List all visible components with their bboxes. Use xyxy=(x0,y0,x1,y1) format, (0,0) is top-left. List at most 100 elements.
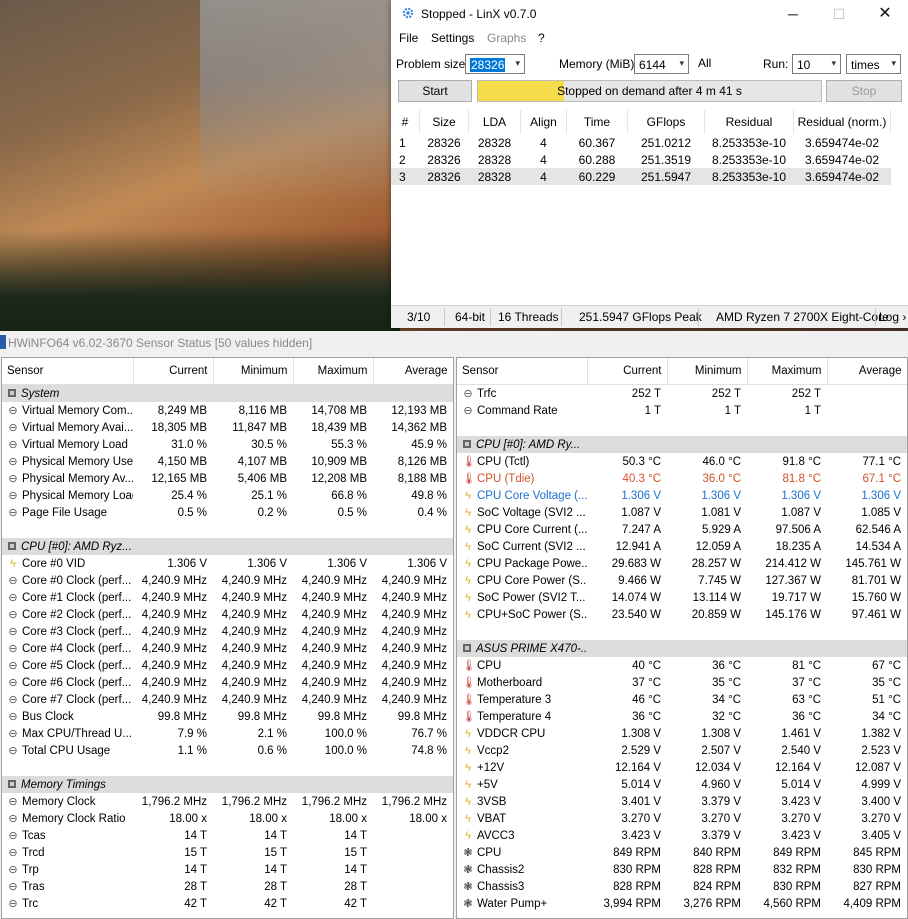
sensor-row[interactable]: ϟ CPU Core Current (... 7.247 A 5.929 A 97.5… xyxy=(457,521,907,538)
sensor-average: 4,240.9 MHz xyxy=(381,693,447,706)
sensor-row[interactable]: ⊖ Bus Clock 99.8 MHz 99.8 MHz 99.8 MHz 99.8 M… xyxy=(2,708,453,725)
sensor-row[interactable]: 🌡Temperature 3 46 °C 34 °C 63 °C 51 °C xyxy=(457,691,907,708)
run-unit-combo[interactable]: times ▾ xyxy=(846,54,901,74)
table-row-selected[interactable]: 3 28326 28328 4 60.229 251.5947 8.253353… xyxy=(391,168,891,185)
sensor-group-header[interactable]: CPU [#0]: AMD Ryz... xyxy=(2,538,453,555)
minimize-button[interactable]: ─ xyxy=(770,0,816,28)
problem-size-combo[interactable]: 28326 ▾ xyxy=(465,54,525,74)
sensor-row[interactable]: ⊖ Trc 42 T 42 T 42 T xyxy=(2,895,453,912)
menu-file[interactable]: File xyxy=(399,31,418,45)
sensor-row[interactable]: 🌡Temperature 4 36 °C 32 °C 36 °C 34 °C xyxy=(457,708,907,725)
col-sensor[interactable]: Sensor xyxy=(2,358,134,385)
all-memory-label[interactable]: All xyxy=(698,56,711,70)
sensor-row[interactable]: ⊖ Tcas 14 T 14 T 14 T xyxy=(2,827,453,844)
memory-label: Memory (MiB): xyxy=(559,57,638,71)
sensor-row[interactable]: 🌡CPU (Tctl) 50.3 °C 46.0 °C 91.8 °C 77.1 °C xyxy=(457,453,907,470)
close-button[interactable]: ✕ xyxy=(862,0,908,28)
sensor-row[interactable]: ❃ Chassis2 830 RPM 828 RPM 832 RPM 830 RPM xyxy=(457,861,907,878)
menu-settings[interactable]: Settings xyxy=(431,31,474,45)
sensor-row[interactable]: ⊖ Core #4 Clock (perf... 4,240.9 MHz 4,240.… xyxy=(2,640,453,657)
sensor-row[interactable]: ϟ +12V 12.164 V 12.034 V 12.164 V 12.087 V xyxy=(457,759,907,776)
col-sensor[interactable]: Sensor xyxy=(457,358,588,385)
sensor-row[interactable]: ϟ SoC Voltage (SVI2 ... 1.087 V 1.081 V 1.08… xyxy=(457,504,907,521)
sensor-row[interactable]: ϟ Vccp2 2.529 V 2.507 V 2.540 V 2.523 V xyxy=(457,742,907,759)
col-minimum[interactable]: Minimum xyxy=(667,358,748,385)
sensor-row[interactable]: ⊖ Page File Usage 0.5 % 0.2 % 0.5 % 0.4 % xyxy=(2,504,453,521)
linx-titlebar[interactable]: Stopped - LinX v0.7.0 ─ ☐ ✕ xyxy=(391,0,908,28)
sensor-row[interactable]: ϟ SoC Current (SVI2 ... 12.941 A 12.059 A 18… xyxy=(457,538,907,555)
sensor-row[interactable]: ⊖ Virtual Memory Avai... 18,305 MB 11,847 M… xyxy=(2,419,453,436)
sensor-row[interactable]: ❃ Chassis3 828 RPM 824 RPM 830 RPM 827 RPM xyxy=(457,878,907,895)
sensor-row[interactable]: ϟ SoC Power (SVI2 T... 14.074 W 13.114 W 19.… xyxy=(457,589,907,606)
sensor-row[interactable]: ϟ CPU Core Power (S... 9.466 W 7.745 W 127.3… xyxy=(457,572,907,589)
sensor-row[interactable]: ϟ Core #0 VID 1.306 V 1.306 V 1.306 V 1.306 V xyxy=(2,555,453,572)
sensor-group-header[interactable]: Memory Timings xyxy=(2,776,453,793)
sensor-row[interactable]: ⊖ Virtual Memory Load 31.0 % 30.5 % 55.3 % 45… xyxy=(2,436,453,453)
sensor-row[interactable]: ⊖ Max CPU/Thread U... 7.9 % 2.1 % 100.0 % 76.… xyxy=(2,725,453,742)
sensor-row[interactable]: ϟ AVCC3 3.423 V 3.379 V 3.423 V 3.405 V xyxy=(457,827,907,844)
sensor-group-header[interactable]: ASUS PRIME X470-... xyxy=(457,640,907,657)
col-lda[interactable]: LDA xyxy=(468,110,521,134)
sensor-row[interactable]: ϟ CPU Package Powe... 29.683 W 28.257 W 214.… xyxy=(457,555,907,572)
sensor-pane-left[interactable]: Sensor Current Minimum Maximum Average S… xyxy=(1,357,454,919)
sensor-row[interactable]: ⊖ Core #6 Clock (perf... 4,240.9 MHz 4,240.… xyxy=(2,674,453,691)
start-button[interactable]: Start xyxy=(398,80,472,102)
table-row[interactable]: 2 28326 28328 4 60.288 251.3519 8.253353… xyxy=(391,151,891,168)
sensor-row[interactable]: ❃ Water Pump+ 3,994 RPM 3,276 RPM 4,560 RPM 4… xyxy=(457,895,907,912)
col-average[interactable]: Average xyxy=(373,358,453,385)
col-maximum[interactable]: Maximum xyxy=(747,358,828,385)
col-residual-norm[interactable]: Residual (norm.) xyxy=(793,110,891,134)
sensor-row[interactable]: ⊖ Virtual Memory Com... 8,249 MB 8,116 MB 14… xyxy=(2,402,453,419)
sensor-row[interactable]: ❃ CPU 849 RPM 840 RPM 849 RPM 845 RPM xyxy=(457,844,907,861)
sensor-row[interactable]: ϟ CPU Core Voltage (... 1.306 V 1.306 V 1.30… xyxy=(457,487,907,504)
sensor-row[interactable]: ⊖ Trp 14 T 14 T 14 T xyxy=(2,861,453,878)
sensor-row[interactable]: ⊖ Physical Memory Load 25.4 % 25.1 % 66.8 % 4… xyxy=(2,487,453,504)
sensor-row[interactable]: ⊖ Trcd 15 T 15 T 15 T xyxy=(2,844,453,861)
sensor-row[interactable]: ⊖ Physical Memory Used 4,150 MB 4,107 MB 10,… xyxy=(2,453,453,470)
sensor-row[interactable]: 🌡Motherboard 37 °C 35 °C 37 °C 35 °C xyxy=(457,674,907,691)
sensor-group-header[interactable]: System xyxy=(2,384,453,402)
sensor-row[interactable]: ⊖ Core #1 Clock (perf... 4,240.9 MHz 4,240.… xyxy=(2,589,453,606)
sensor-pane-right[interactable]: Sensor Current Minimum Maximum Average ⊖… xyxy=(456,357,908,919)
sensor-row[interactable]: ⊖ Memory Clock 1,796.2 MHz 1,796.2 MHz 1,796… xyxy=(2,793,453,810)
sensor-row[interactable]: ϟ +5V 5.014 V 4.960 V 5.014 V 4.999 V xyxy=(457,776,907,793)
col-current[interactable]: Current xyxy=(587,358,668,385)
sensor-row[interactable]: ⊖ Memory Clock Ratio 18.00 x 18.00 x 18.00 x… xyxy=(2,810,453,827)
col-average[interactable]: Average xyxy=(827,358,907,385)
col-align[interactable]: Align xyxy=(520,110,567,134)
col-maximum[interactable]: Maximum xyxy=(293,358,374,385)
log-button[interactable]: Log › xyxy=(879,310,906,324)
col-size[interactable]: Size xyxy=(419,110,469,134)
menu-help[interactable]: ? xyxy=(538,31,545,45)
col-gflops[interactable]: GFlops xyxy=(627,110,705,134)
sensor-row[interactable]: ⊖ Command Rate 1 T 1 T 1 T xyxy=(457,402,907,419)
sensor-row[interactable]: ⊖ Tras 28 T 28 T 28 T xyxy=(2,878,453,895)
sensor-row[interactable]: ⊖ Core #0 Clock (perf... 4,240.9 MHz 4,240.… xyxy=(2,572,453,589)
maximize-button[interactable]: ☐ xyxy=(816,0,862,28)
sensor-row[interactable]: ϟ 3VSB 3.401 V 3.379 V 3.423 V 3.400 V xyxy=(457,793,907,810)
stop-button[interactable]: Stop xyxy=(826,80,902,102)
sensor-row[interactable]: 🌡CPU 40 °C 36 °C 81 °C 67 °C xyxy=(457,657,907,674)
sensor-row[interactable]: ϟ CPU+SoC Power (S... 23.540 W 20.859 W 145.… xyxy=(457,606,907,623)
sensor-row[interactable]: ⊖ Physical Memory Av... 12,165 MB 5,406 MB 1… xyxy=(2,470,453,487)
col-index[interactable]: # xyxy=(391,110,420,134)
col-residual[interactable]: Residual xyxy=(704,110,794,134)
col-minimum[interactable]: Minimum xyxy=(213,358,294,385)
menu-graphs[interactable]: Graphs xyxy=(487,31,526,45)
run-count-combo[interactable]: 10 ▾ xyxy=(792,54,841,74)
sensor-row[interactable]: ϟ VBAT 3.270 V 3.270 V 3.270 V 3.270 V xyxy=(457,810,907,827)
sensor-row[interactable]: ϟ VDDCR CPU 1.308 V 1.308 V 1.461 V 1.382 V xyxy=(457,725,907,742)
sensor-row[interactable]: ⊖ Core #7 Clock (perf... 4,240.9 MHz 4,240.… xyxy=(2,691,453,708)
sensor-row[interactable]: ⊖ Trfc 252 T 252 T 252 T xyxy=(457,385,907,403)
memory-combo[interactable]: 6144 ▾ xyxy=(634,54,689,74)
sensor-row[interactable]: ⊖ Core #5 Clock (perf... 4,240.9 MHz 4,240.… xyxy=(2,657,453,674)
col-current[interactable]: Current xyxy=(133,358,214,385)
col-time[interactable]: Time xyxy=(566,110,628,134)
sensor-group-header[interactable]: CPU [#0]: AMD Ry... xyxy=(457,436,907,453)
sensor-row[interactable]: ⊖ Core #2 Clock (perf... 4,240.9 MHz 4,240.… xyxy=(2,606,453,623)
sensor-row[interactable]: 🌡CPU (Tdie) 40.3 °C 36.0 °C 81.8 °C 67.1 °C xyxy=(457,470,907,487)
sensor-row[interactable]: ⊖ Total CPU Usage 1.1 % 0.6 % 100.0 % 74.8 % xyxy=(2,742,453,759)
sensor-row[interactable]: ⊖ Core #3 Clock (perf... 4,240.9 MHz 4,240.… xyxy=(2,623,453,640)
table-row[interactable]: 1 28326 28328 4 60.367 251.0212 8.253353… xyxy=(391,134,891,151)
group-bar xyxy=(133,776,453,793)
